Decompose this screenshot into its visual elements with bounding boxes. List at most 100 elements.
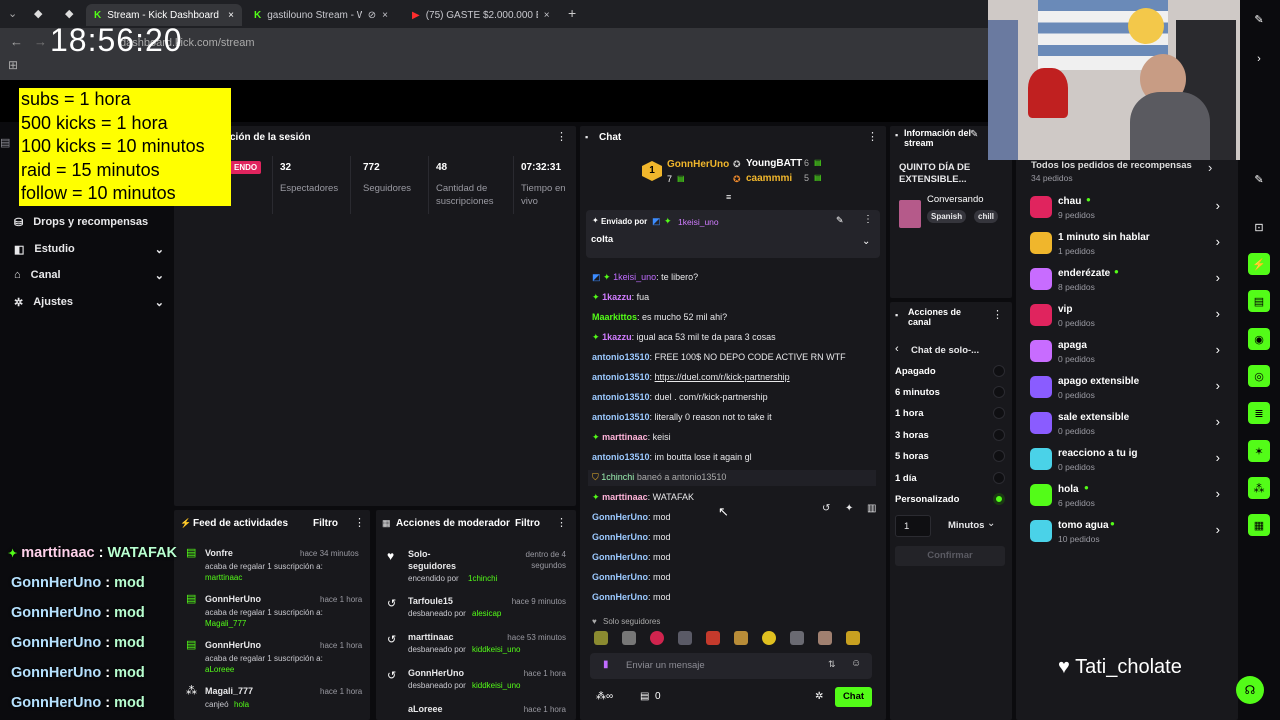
edit-icon[interactable]: ✎ bbox=[970, 129, 978, 140]
activity-target[interactable]: hola bbox=[234, 700, 249, 709]
pinned-tab-icon[interactable]: ◆ bbox=[65, 7, 73, 20]
leaderboard-name[interactable]: YoungBATT bbox=[746, 158, 802, 169]
edit-icon[interactable]: ✎ bbox=[1248, 8, 1270, 30]
radio-button[interactable] bbox=[993, 450, 1005, 462]
emote-icon[interactable] bbox=[594, 631, 608, 645]
radio-button[interactable] bbox=[993, 429, 1005, 441]
chat-username[interactable]: marttinaac bbox=[602, 492, 648, 502]
chat-username[interactable]: 1kazzu bbox=[602, 292, 632, 302]
people-icon[interactable]: ⁂ bbox=[1248, 477, 1270, 499]
more-icon[interactable]: ⋮ bbox=[867, 130, 878, 143]
trash-icon[interactable]: ▥ bbox=[867, 503, 876, 514]
chevron-right-icon[interactable]: › bbox=[1248, 48, 1270, 70]
sidebar-partial-item[interactable]: ▤ bbox=[0, 133, 20, 149]
mute-icon[interactable]: ⊘ bbox=[368, 10, 376, 21]
document-icon[interactable]: ▤ bbox=[1248, 290, 1270, 312]
chat-username[interactable]: antonio13510 bbox=[592, 412, 650, 422]
translate-icon[interactable]: ⇅ bbox=[828, 659, 836, 670]
pinned-user[interactable]: 1keisi_uno bbox=[678, 217, 719, 227]
reward-item[interactable]: 1 minuto sin hablar 1 pedidos › bbox=[1030, 228, 1220, 260]
leaderboard-name[interactable]: caammmi bbox=[746, 173, 792, 184]
close-icon[interactable]: × bbox=[544, 10, 550, 21]
mod-target[interactable]: kiddkeisi_uno bbox=[472, 681, 520, 690]
chevron-left-icon[interactable]: ‹ bbox=[895, 343, 899, 355]
activity-target[interactable]: aLoreee bbox=[205, 665, 234, 674]
emote-icon[interactable] bbox=[622, 631, 636, 645]
reward-item[interactable]: apaga 0 pedidos › bbox=[1030, 336, 1220, 368]
reward-item[interactable]: vip 0 pedidos › bbox=[1030, 300, 1220, 332]
unit-select[interactable]: Minutos bbox=[948, 520, 984, 531]
radio-button-selected[interactable] bbox=[993, 493, 1005, 505]
slow-mode-option[interactable]: Personalizado bbox=[895, 494, 959, 505]
chat-username[interactable]: GonnHerUno bbox=[592, 592, 648, 602]
chat-username[interactable]: Maarkittos bbox=[592, 312, 637, 322]
edit-icon[interactable]: ✎ bbox=[1248, 168, 1270, 190]
forward-icon[interactable]: → bbox=[34, 34, 47, 49]
radio-button[interactable] bbox=[993, 365, 1005, 377]
send-chat-button[interactable]: Chat bbox=[835, 687, 872, 707]
emote-icon[interactable] bbox=[650, 631, 664, 645]
new-tab-icon[interactable]: + bbox=[568, 5, 576, 21]
clapper-icon[interactable]: ▦ bbox=[1248, 514, 1270, 536]
confirm-button[interactable]: Confirmar bbox=[895, 546, 1005, 566]
emote-icon[interactable] bbox=[818, 631, 832, 645]
reward-item[interactable]: hola ● 6 pedidos › bbox=[1030, 480, 1220, 512]
chat-username[interactable]: GonnHerUno bbox=[592, 512, 648, 522]
chevron-down-icon[interactable]: ⌄ bbox=[862, 236, 870, 247]
apps-icon[interactable]: ⊞ bbox=[8, 58, 18, 72]
reward-item[interactable]: reacciono a tu ig 0 pedidos › bbox=[1030, 444, 1220, 476]
chat-username[interactable]: GonnHerUno bbox=[592, 532, 648, 542]
emoji-icon[interactable]: ☺ bbox=[851, 658, 861, 669]
slow-mode-option[interactable]: 5 horas bbox=[895, 451, 929, 462]
slow-mode-option[interactable]: Apagado bbox=[895, 366, 936, 377]
slow-mode-option[interactable]: 6 minutos bbox=[895, 387, 940, 398]
mod-target[interactable]: kiddkeisi_uno bbox=[472, 645, 520, 654]
more-icon[interactable]: ⋮ bbox=[556, 130, 567, 143]
wrench-icon[interactable]: ✶ bbox=[1248, 440, 1270, 462]
reward-item[interactable]: sale extensible 0 pedidos › bbox=[1030, 408, 1220, 440]
emote-icon[interactable] bbox=[762, 631, 776, 645]
reward-item[interactable]: enderézate ● 8 pedidos › bbox=[1030, 264, 1220, 296]
custom-duration-input[interactable]: 1 bbox=[895, 515, 931, 537]
sidebar-item-drops[interactable]: ⛁ Drops y recompensas bbox=[14, 212, 164, 232]
stream-category[interactable]: Conversando bbox=[927, 194, 984, 205]
chat-username[interactable]: 1keisi_uno bbox=[613, 272, 656, 282]
kicks-icon[interactable]: ⁂∞ bbox=[596, 691, 613, 702]
more-icon[interactable]: ⋮ bbox=[354, 516, 365, 529]
emote-icon[interactable] bbox=[706, 631, 720, 645]
slow-mode-option[interactable]: 1 día bbox=[895, 473, 917, 484]
tab-youtube[interactable]: ▶ (75) GASTE $2.000.000 EN EL C × bbox=[404, 4, 564, 26]
chat-username[interactable]: GonnHerUno bbox=[592, 572, 648, 582]
chat-username[interactable]: antonio13510 bbox=[592, 352, 650, 362]
tab-gastilouno[interactable]: K gastilouno Stream - Watch ⊘ × bbox=[246, 4, 396, 26]
broadcast-icon[interactable]: ◎ bbox=[1248, 365, 1270, 387]
reward-item[interactable]: tomo agua ● 10 pedidos › bbox=[1030, 516, 1220, 548]
reward-item[interactable]: apago extensible 0 pedidos › bbox=[1030, 372, 1220, 404]
gift-icon[interactable]: ▤ bbox=[640, 691, 649, 702]
chat-input[interactable]: ▮ Enviar un mensaje ⇅ ☺ bbox=[590, 653, 872, 679]
activity-target[interactable]: Magali_777 bbox=[205, 619, 246, 628]
pinned-tab-icon[interactable]: ◆ bbox=[34, 7, 42, 20]
list-icon[interactable]: ≣ bbox=[1248, 402, 1270, 424]
more-icon[interactable]: ⋮ bbox=[863, 214, 873, 225]
chat-username[interactable]: antonio13510 bbox=[592, 392, 650, 402]
slow-mode-option[interactable]: 3 horas bbox=[895, 430, 929, 441]
chevron-right-icon[interactable]: › bbox=[1208, 160, 1212, 175]
chat-username[interactable]: antonio13510 bbox=[592, 372, 650, 382]
mod-target[interactable]: 1chinchi bbox=[468, 574, 497, 583]
emote-icon[interactable] bbox=[734, 631, 748, 645]
chat-username[interactable]: 1kazzu bbox=[602, 332, 632, 342]
radio-button[interactable] bbox=[993, 386, 1005, 398]
more-icon[interactable]: ⋮ bbox=[992, 308, 1003, 321]
bolt-icon[interactable]: ⚡ bbox=[1248, 253, 1270, 275]
chat-username[interactable]: GonnHerUno bbox=[592, 552, 648, 562]
emote-icon[interactable] bbox=[790, 631, 804, 645]
sidebar-item-canal[interactable]: ⌂ Canal ⌄ bbox=[14, 265, 164, 285]
gear-icon[interactable]: ✲ bbox=[815, 691, 823, 702]
pin-icon[interactable]: ✎ bbox=[836, 215, 844, 226]
chat-link[interactable]: https://duel.com/r/kick-partnership bbox=[655, 372, 790, 382]
more-icon[interactable]: ⋮ bbox=[556, 516, 567, 529]
filter-button[interactable]: Filtro bbox=[313, 518, 338, 529]
pin-icon[interactable]: ✦ bbox=[845, 503, 853, 514]
reward-item[interactable]: chau ● 9 pedidos › bbox=[1030, 192, 1220, 224]
